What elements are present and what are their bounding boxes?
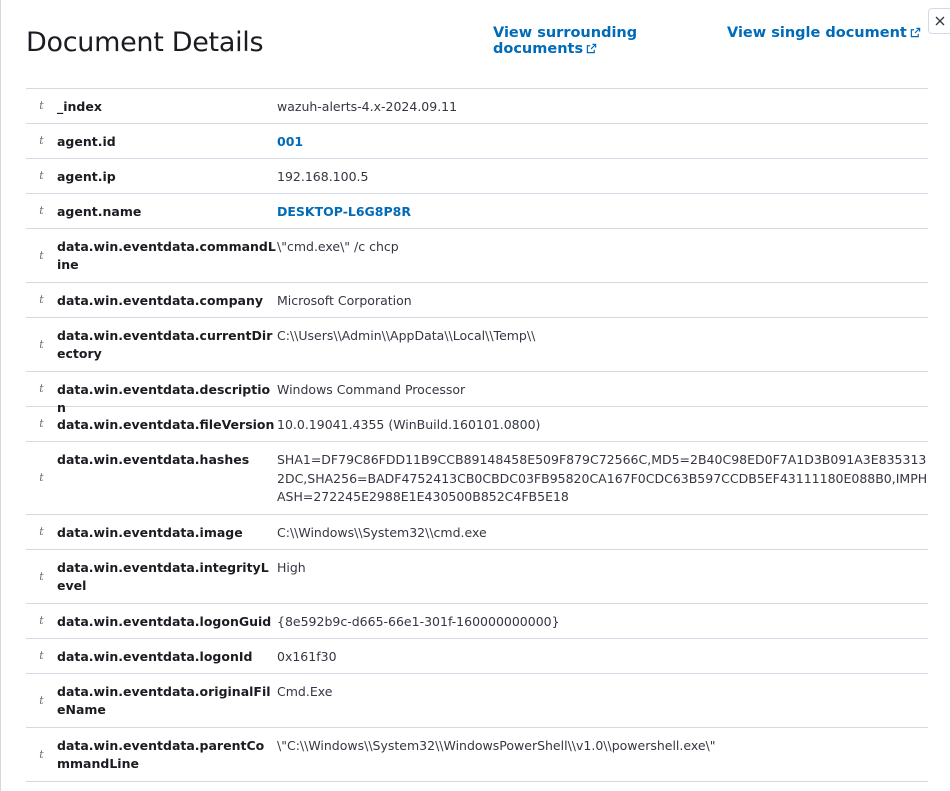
- field-value: C:\\Windows\\System32\\cmd.exe: [277, 525, 487, 540]
- view-surrounding-documents-label: View surrounding documents: [493, 25, 638, 57]
- external-link-icon: [586, 43, 597, 54]
- field-value: \"C:\\Windows\\System32\\WindowsPowerShe…: [277, 738, 716, 753]
- field-type-icon: t: [39, 747, 44, 761]
- field-value: 0x161f30: [277, 649, 337, 664]
- page-title: Document Details: [26, 27, 264, 58]
- table-row: t agent.id 001: [26, 124, 928, 159]
- field-value: {8e592b9c-d665-66e1-301f-160000000000}: [277, 614, 560, 629]
- field-name: data.win.eventdata.originalFileName: [57, 684, 271, 717]
- field-type-icon: t: [39, 569, 44, 583]
- field-value: \"cmd.exe\" /c chcp: [277, 239, 399, 254]
- field-value: Cmd.Exe: [277, 684, 333, 699]
- external-link-icon: [910, 27, 921, 38]
- field-type-icon: t: [39, 417, 44, 430]
- field-type-icon: t: [39, 693, 44, 707]
- table-row: t data.win.eventdata.currentDirectory C:\\…: [26, 318, 928, 372]
- table-row: t agent.ip 192.168.100.5: [26, 159, 928, 194]
- flyout-border: [0, 0, 1, 791]
- document-fields-table: t _index wazuh-alerts-4.x-2024.09.11 t agent…: [26, 88, 928, 782]
- table-row: t agent.name DESKTOP-L6G8P8R: [26, 194, 928, 229]
- view-single-document-link[interactable]: View single document: [727, 25, 921, 41]
- table-row: t data.win.eventdata.hashes SHA1=DF79C86FD…: [26, 442, 928, 515]
- field-name: data.win.eventdata.logonGuid: [57, 614, 272, 629]
- field-type-icon: t: [39, 99, 44, 112]
- table-row: t data.win.eventdata.fileVersion 10.0.1904…: [26, 407, 928, 442]
- field-name: data.win.eventdata.commandLine: [57, 239, 276, 272]
- field-name: data.win.eventdata.parentCommandLine: [57, 738, 265, 771]
- field-value: Microsoft Corporation: [277, 293, 412, 308]
- field-value: wazuh-alerts-4.x-2024.09.11: [277, 99, 458, 114]
- table-row: t data.win.eventdata.company Microsoft Cor…: [26, 283, 928, 318]
- field-value: Windows Command Processor: [277, 382, 466, 397]
- close-button[interactable]: [928, 8, 950, 34]
- field-type-icon: t: [39, 134, 44, 147]
- field-type-icon: t: [39, 248, 44, 262]
- field-value: 10.0.19041.4355 (WinBuild.160101.0800): [277, 417, 541, 432]
- field-name: agent.id: [57, 134, 116, 149]
- field-type-icon: t: [39, 471, 44, 484]
- view-single-document-label: View single document: [727, 25, 907, 41]
- field-type-icon: t: [39, 649, 44, 662]
- field-name: agent.ip: [57, 169, 116, 184]
- field-value: High: [277, 560, 306, 575]
- table-row: t data.win.eventdata.description Windows C…: [26, 372, 928, 415]
- table-row: t data.win.eventdata.originalFileName Cmd.…: [26, 674, 928, 728]
- field-name: data.win.eventdata.hashes: [57, 452, 250, 467]
- field-name: data.win.eventdata.logonId: [57, 649, 253, 664]
- field-name: data.win.eventdata.company: [57, 293, 263, 308]
- table-row: t data.win.eventdata.logonId 0x161f30: [26, 639, 928, 674]
- table-row: t data.win.eventdata.integrityLevel High: [26, 550, 928, 604]
- table-row: t _index wazuh-alerts-4.x-2024.09.11: [26, 89, 928, 124]
- field-type-icon: t: [39, 169, 44, 182]
- table-row: t data.win.eventdata.image C:\\Windows\\Sy…: [26, 515, 928, 550]
- table-row: t data.win.eventdata.logonGuid {8e592b9c-d…: [26, 604, 928, 639]
- field-type-icon: t: [39, 382, 44, 395]
- field-value: SHA1=DF79C86FDD11B9CCB89148458E509F879C7…: [277, 452, 928, 504]
- field-type-icon: t: [39, 337, 44, 351]
- field-type-icon: t: [39, 614, 44, 627]
- field-type-icon: t: [39, 525, 44, 538]
- field-name: _index: [57, 99, 102, 114]
- field-value-link[interactable]: 001: [277, 124, 928, 152]
- field-value: 192.168.100.5: [277, 169, 369, 184]
- field-name: data.win.eventdata.image: [57, 525, 243, 540]
- table-row: t data.win.eventdata.parentCommandLine \"C…: [26, 728, 928, 782]
- field-name: data.win.eventdata.fileVersion: [57, 417, 275, 432]
- close-icon: [935, 16, 945, 26]
- field-name: agent.name: [57, 204, 142, 219]
- view-surrounding-documents-link[interactable]: View surrounding documents: [493, 25, 653, 57]
- table-row: t data.win.eventdata.commandLine \"cmd.exe…: [26, 229, 928, 283]
- field-value-link[interactable]: DESKTOP-L6G8P8R: [277, 194, 928, 222]
- field-name: data.win.eventdata.currentDirectory: [57, 328, 273, 361]
- document-details-flyout: Document Details View surrounding docume…: [0, 0, 950, 791]
- field-name: data.win.eventdata.integrityLevel: [57, 560, 269, 593]
- field-type-icon: t: [39, 204, 44, 217]
- field-type-icon: t: [39, 293, 44, 306]
- field-value: C:\\Users\\Admin\\AppData\\Local\\Temp\\: [277, 328, 536, 343]
